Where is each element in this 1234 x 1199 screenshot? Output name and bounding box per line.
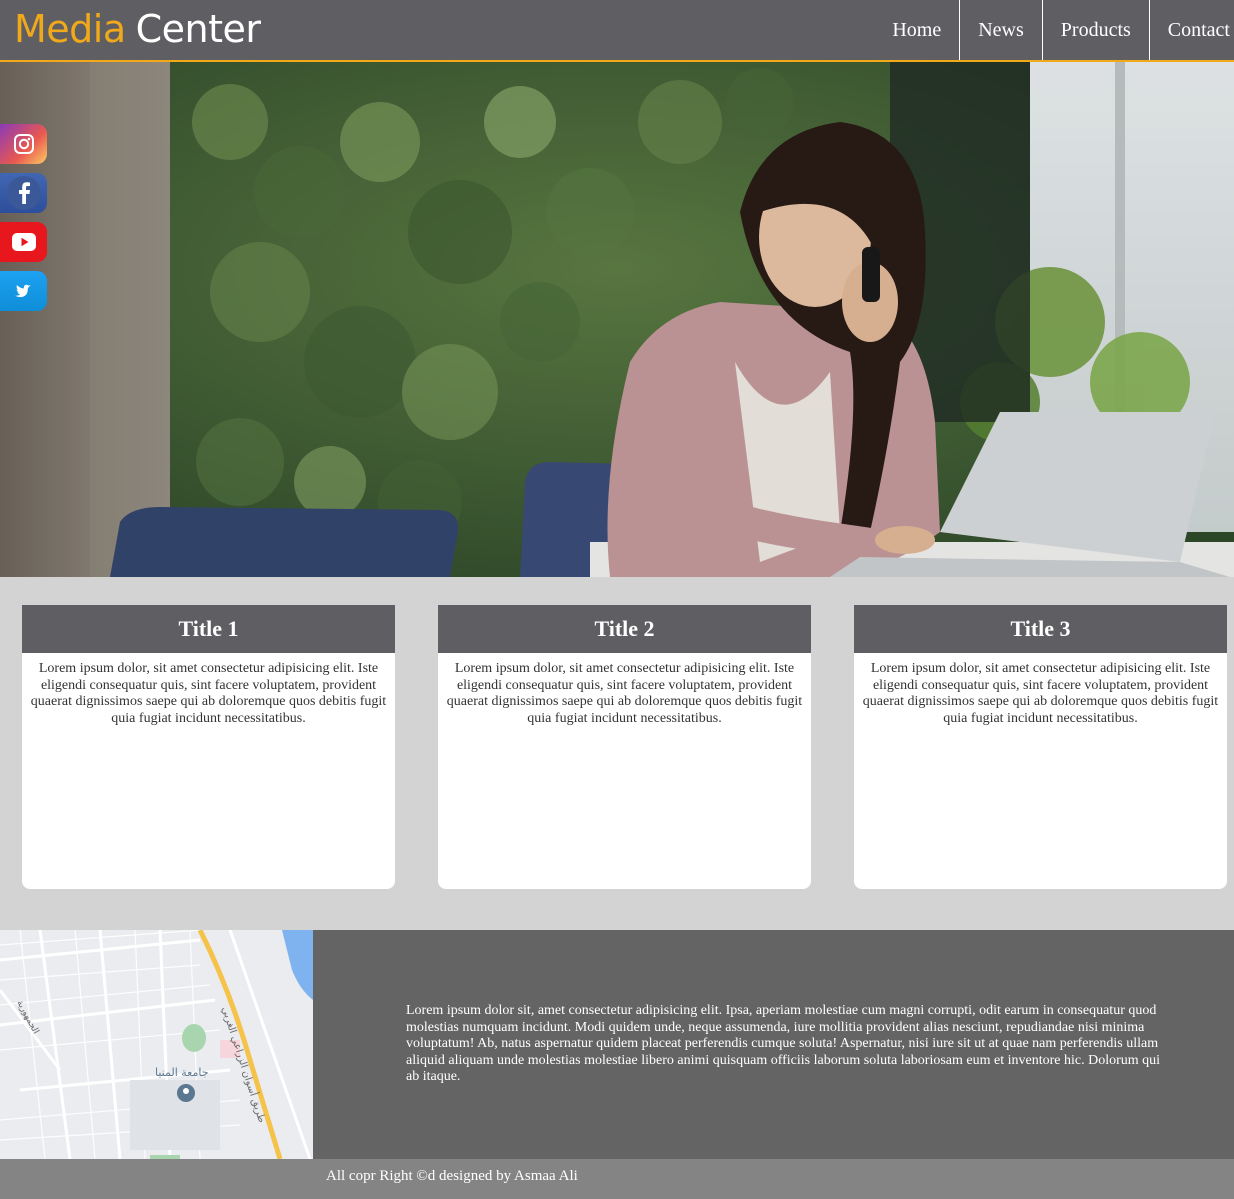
site-footer: جامعة المنيا طريق أسوان الزراعي الغربي ا… <box>0 930 1234 1159</box>
site-logo[interactable]: Media Center <box>14 6 261 52</box>
twitter-link[interactable] <box>0 271 47 311</box>
footer-text: Lorem ipsum dolor sit, amet consectetur … <box>406 1003 1161 1085</box>
card-title: Title 1 <box>22 605 395 653</box>
logo-center: Center <box>135 7 261 51</box>
nav-contact[interactable]: Contact <box>1148 0 1234 60</box>
nav-products[interactable]: Products <box>1041 0 1149 60</box>
map-label-university: جامعة المنيا <box>155 1066 209 1079</box>
instagram-icon <box>13 134 34 154</box>
card-title: Title 3 <box>854 605 1227 653</box>
copyright-text: All copr Right ©d designed by Asmaa Ali <box>326 1168 578 1184</box>
youtube-link[interactable] <box>0 222 47 262</box>
twitter-icon <box>14 284 31 298</box>
card-text: Lorem ipsum dolor, sit amet consectetur … <box>446 661 803 726</box>
card-title: Title 2 <box>438 605 811 653</box>
facebook-link[interactable] <box>0 173 47 213</box>
card-text: Lorem ipsum dolor, sit amet consectetur … <box>30 661 387 726</box>
map-illustration: جامعة المنيا طريق أسوان الزراعي الغربي ا… <box>0 930 313 1159</box>
card-2: Title 2 Lorem ipsum dolor, sit amet cons… <box>438 605 811 889</box>
nav-home[interactable]: Home <box>874 0 959 60</box>
instagram-link[interactable] <box>0 124 47 164</box>
main-nav: Home News Products Contact <box>874 0 1234 60</box>
facebook-icon <box>6 176 41 210</box>
card-text: Lorem ipsum dolor, sit amet consectetur … <box>862 661 1219 726</box>
card-3: Title 3 Lorem ipsum dolor, sit amet cons… <box>854 605 1227 889</box>
card-1: Title 1 Lorem ipsum dolor, sit amet cons… <box>22 605 395 889</box>
site-header: Media Center Home News Products Contact <box>0 0 1234 62</box>
hero-image <box>0 62 1234 577</box>
logo-media: Media <box>14 7 126 51</box>
copyright-bar: All copr Right ©d designed by Asmaa Ali <box>0 1159 1234 1199</box>
youtube-icon <box>11 233 36 251</box>
nav-news[interactable]: News <box>959 0 1042 60</box>
hero-illustration <box>0 62 1234 577</box>
location-map[interactable]: جامعة المنيا طريق أسوان الزراعي الغربي ا… <box>0 930 313 1159</box>
